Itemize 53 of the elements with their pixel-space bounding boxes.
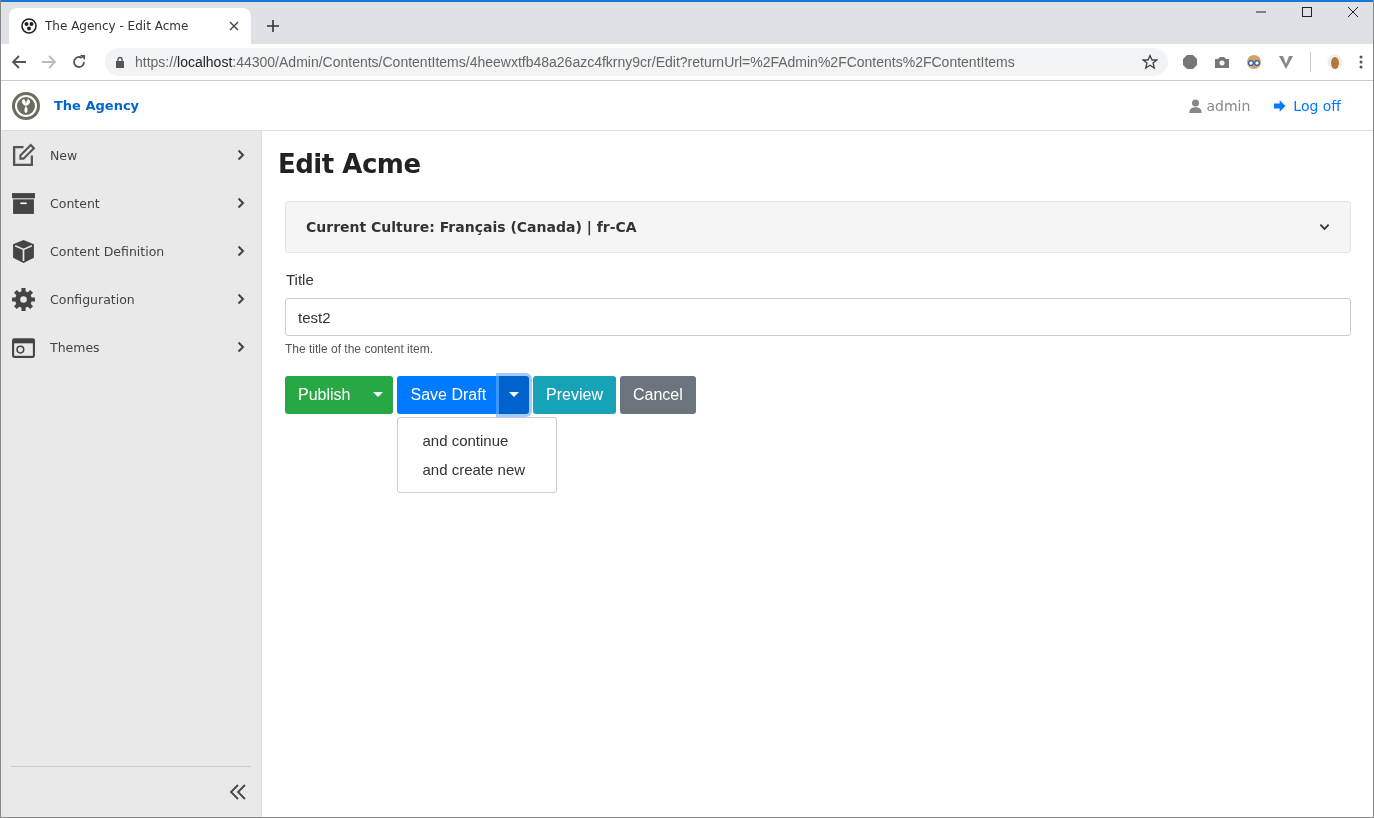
action-button[interactable]: Save Draft	[397, 376, 500, 414]
new-tab-icon[interactable]	[267, 20, 279, 32]
logo-icon[interactable]	[11, 90, 41, 121]
cube-icon	[11, 238, 36, 264]
dropdown-toggle-button[interactable]	[363, 376, 394, 414]
sign-out-icon	[1274, 98, 1288, 113]
close-tab-icon[interactable]	[229, 21, 239, 31]
sidebar-item[interactable]: Content	[1, 179, 261, 227]
pencil-square-icon	[11, 142, 36, 168]
title-input-field[interactable]: test2	[285, 298, 1351, 336]
caret-down-icon	[509, 392, 520, 398]
dropdown-toggle-button[interactable]	[499, 376, 530, 414]
star-icon[interactable]	[1142, 54, 1158, 70]
action-button[interactable]: Cancel	[620, 376, 696, 414]
address-field[interactable]: https://localhost:44300/Admin/Contents/ContentItems/4heewxtfb48a26azc4fkrny9cr/Edit?returnUrl=%2FAdmin%2FContents%2FContentItems	[105, 48, 1168, 76]
brand-link[interactable]: The Agency	[54, 98, 140, 113]
caret-down-icon	[373, 392, 384, 398]
camera-icon[interactable]	[1214, 54, 1230, 70]
tab-title: The Agency - Edit Acme	[45, 19, 190, 33]
v-logo-icon[interactable]	[1278, 54, 1294, 70]
browser-tab[interactable]: The Agency - Edit Acme	[9, 8, 251, 44]
dropdown-menu-item[interactable]: and continue	[398, 426, 557, 455]
menu-icon[interactable]	[1359, 54, 1363, 70]
user-link[interactable]: admin	[1189, 97, 1251, 114]
animal-avatar-icon[interactable]	[1327, 54, 1343, 70]
close-icon[interactable]	[1347, 6, 1359, 18]
lock-icon	[115, 56, 125, 68]
stop-sign-icon[interactable]	[1182, 54, 1198, 70]
culture-panel-header[interactable]: Current Culture: Français (Canada) | fr-CA	[285, 201, 1351, 253]
sidebar-item[interactable]: Configuration	[1, 275, 261, 323]
user-icon	[1189, 98, 1203, 113]
sidebar-item[interactable]: Themes	[1, 323, 261, 371]
collapse-sidebar-icon[interactable]	[229, 783, 247, 801]
chevron-right-icon	[237, 197, 245, 209]
reload-icon[interactable]	[71, 54, 87, 70]
chevron-right-icon	[237, 293, 245, 305]
back-arrow-icon[interactable]	[11, 54, 27, 70]
chevron-right-icon	[237, 245, 245, 257]
sidebar-item[interactable]: New	[1, 131, 261, 179]
glasses-face-icon[interactable]	[1246, 54, 1262, 70]
chevron-down-icon	[1319, 223, 1330, 231]
chevron-right-icon	[237, 149, 245, 161]
field-hint: The title of the content item.	[285, 342, 435, 356]
page-title: Edit Acme	[278, 149, 422, 179]
field-label: Title	[286, 271, 315, 288]
dropdown-menu-item[interactable]: and create new	[398, 455, 557, 484]
log-off-link[interactable]: Log off	[1274, 97, 1341, 114]
gear-icon	[11, 286, 36, 312]
chevron-right-icon	[237, 341, 245, 353]
sidebar-item[interactable]: Content Definition	[1, 227, 261, 275]
favicon-icon	[21, 18, 37, 34]
archive-box-icon	[11, 190, 36, 216]
maximize-icon[interactable]	[1301, 6, 1313, 18]
